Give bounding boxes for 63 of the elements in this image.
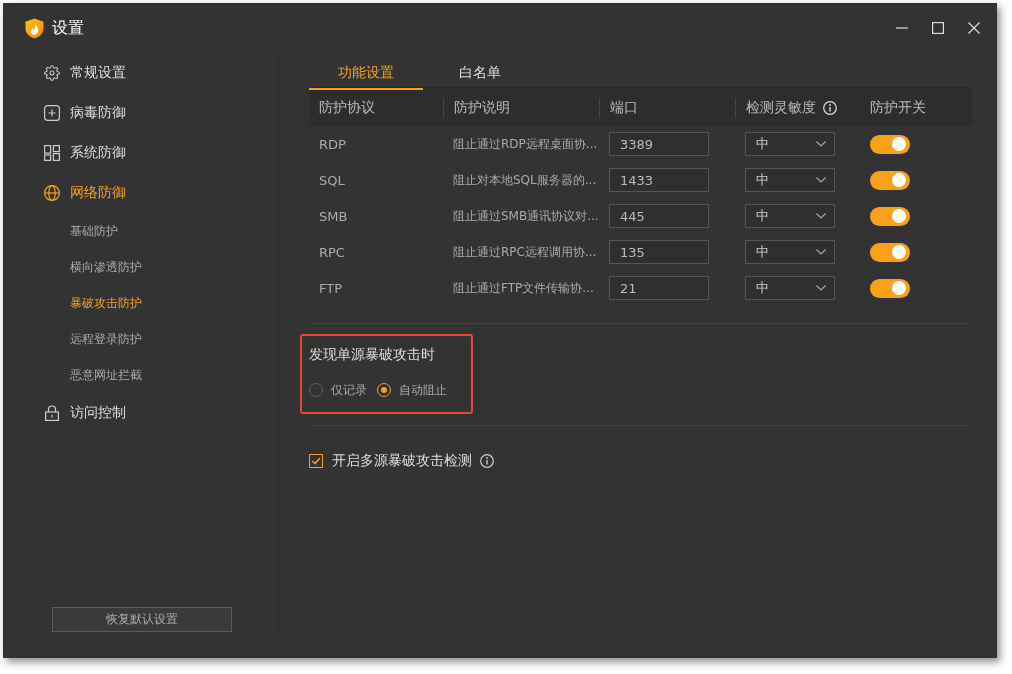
info-icon[interactable] — [480, 454, 494, 468]
sidebar-item[interactable]: 访问控制 — [44, 393, 278, 433]
table-cell: 阻止通过RDP远程桌面协... — [453, 135, 598, 153]
globe-icon — [44, 185, 60, 201]
port-field[interactable]: 21 — [609, 276, 709, 300]
sidebar-subitem[interactable]: 远程登录防护 — [44, 321, 278, 357]
lock-icon — [44, 405, 60, 421]
sensitivity-select[interactable]: 中 — [745, 240, 835, 264]
sidebar-subitem[interactable]: 恶意网址拦截 — [44, 357, 278, 393]
radio-label: 自动阻止 — [399, 382, 447, 399]
sensitivity-select[interactable]: 中 — [745, 204, 835, 228]
sidebar-subitem[interactable]: 暴破攻击防护 — [44, 285, 278, 321]
chevron-down-icon — [816, 177, 826, 183]
column-header: 端口 — [610, 99, 638, 117]
column-header: 防护开关 — [870, 99, 926, 117]
column-header: 检测灵敏度 — [746, 99, 816, 117]
maximize-icon — [932, 22, 944, 34]
port-field[interactable]: 1433 — [609, 168, 709, 192]
sidebar-subitem[interactable]: 横向渗透防护 — [44, 249, 278, 285]
table-cell: RDP — [319, 136, 346, 152]
chevron-down-icon — [816, 285, 826, 291]
table-cell: 阻止通过RPC远程调用协... — [453, 243, 597, 261]
port-field[interactable]: 135 — [609, 240, 709, 264]
toggle-switch[interactable] — [870, 242, 910, 262]
sidebar-item[interactable]: 网络防御 — [44, 173, 278, 213]
info-icon[interactable] — [823, 101, 837, 115]
section-title: 发现单源暴破攻击时 — [309, 345, 436, 364]
checkbox[interactable] — [309, 454, 323, 468]
port-field[interactable]: 445 — [609, 204, 709, 228]
column-header: 防护协议 — [319, 99, 375, 117]
toggle-switch[interactable] — [870, 170, 910, 190]
checkbox-label: 开启多源暴破攻击检测 — [332, 452, 472, 470]
table-cell: 阻止通过SMB通讯协议对... — [453, 207, 599, 225]
chevron-down-icon — [816, 249, 826, 255]
port-field[interactable]: 3389 — [609, 132, 709, 156]
close-icon — [968, 22, 980, 34]
sensitivity-select[interactable]: 中 — [745, 168, 835, 192]
tab[interactable]: 白名单 — [423, 57, 537, 90]
sidebar-item[interactable]: 常规设置 — [44, 53, 278, 93]
table-cell: RPC — [319, 244, 345, 260]
toggle-switch[interactable] — [870, 134, 910, 154]
table-cell: 阻止通过FTP文件传输协... — [453, 279, 594, 297]
chevron-down-icon — [816, 141, 826, 147]
gear-icon — [44, 65, 60, 81]
plus-square-icon — [44, 105, 60, 121]
table-cell: FTP — [319, 280, 343, 296]
reset-defaults-button[interactable]: 恢复默认设置 — [52, 607, 232, 632]
table-cell: SQL — [319, 172, 345, 188]
chevron-down-icon — [816, 213, 826, 219]
shield-flame-icon — [25, 17, 44, 39]
sidebar-item[interactable]: 病毒防御 — [44, 93, 278, 133]
toggle-switch[interactable] — [870, 206, 910, 226]
window-title: 设置 — [52, 17, 84, 39]
sidebar-subitem[interactable]: 基础防护 — [44, 213, 278, 249]
radio-label: 仅记录 — [331, 382, 367, 399]
sensitivity-select[interactable]: 中 — [745, 132, 835, 156]
column-header: 防护说明 — [454, 99, 510, 117]
grid-icon — [44, 145, 60, 161]
toggle-switch[interactable] — [870, 278, 910, 298]
table-cell: SMB — [319, 208, 348, 224]
sensitivity-select[interactable]: 中 — [745, 276, 835, 300]
sidebar-item[interactable]: 系统防御 — [44, 133, 278, 173]
table-cell: 阻止对本地SQL服务器的... — [453, 171, 597, 189]
